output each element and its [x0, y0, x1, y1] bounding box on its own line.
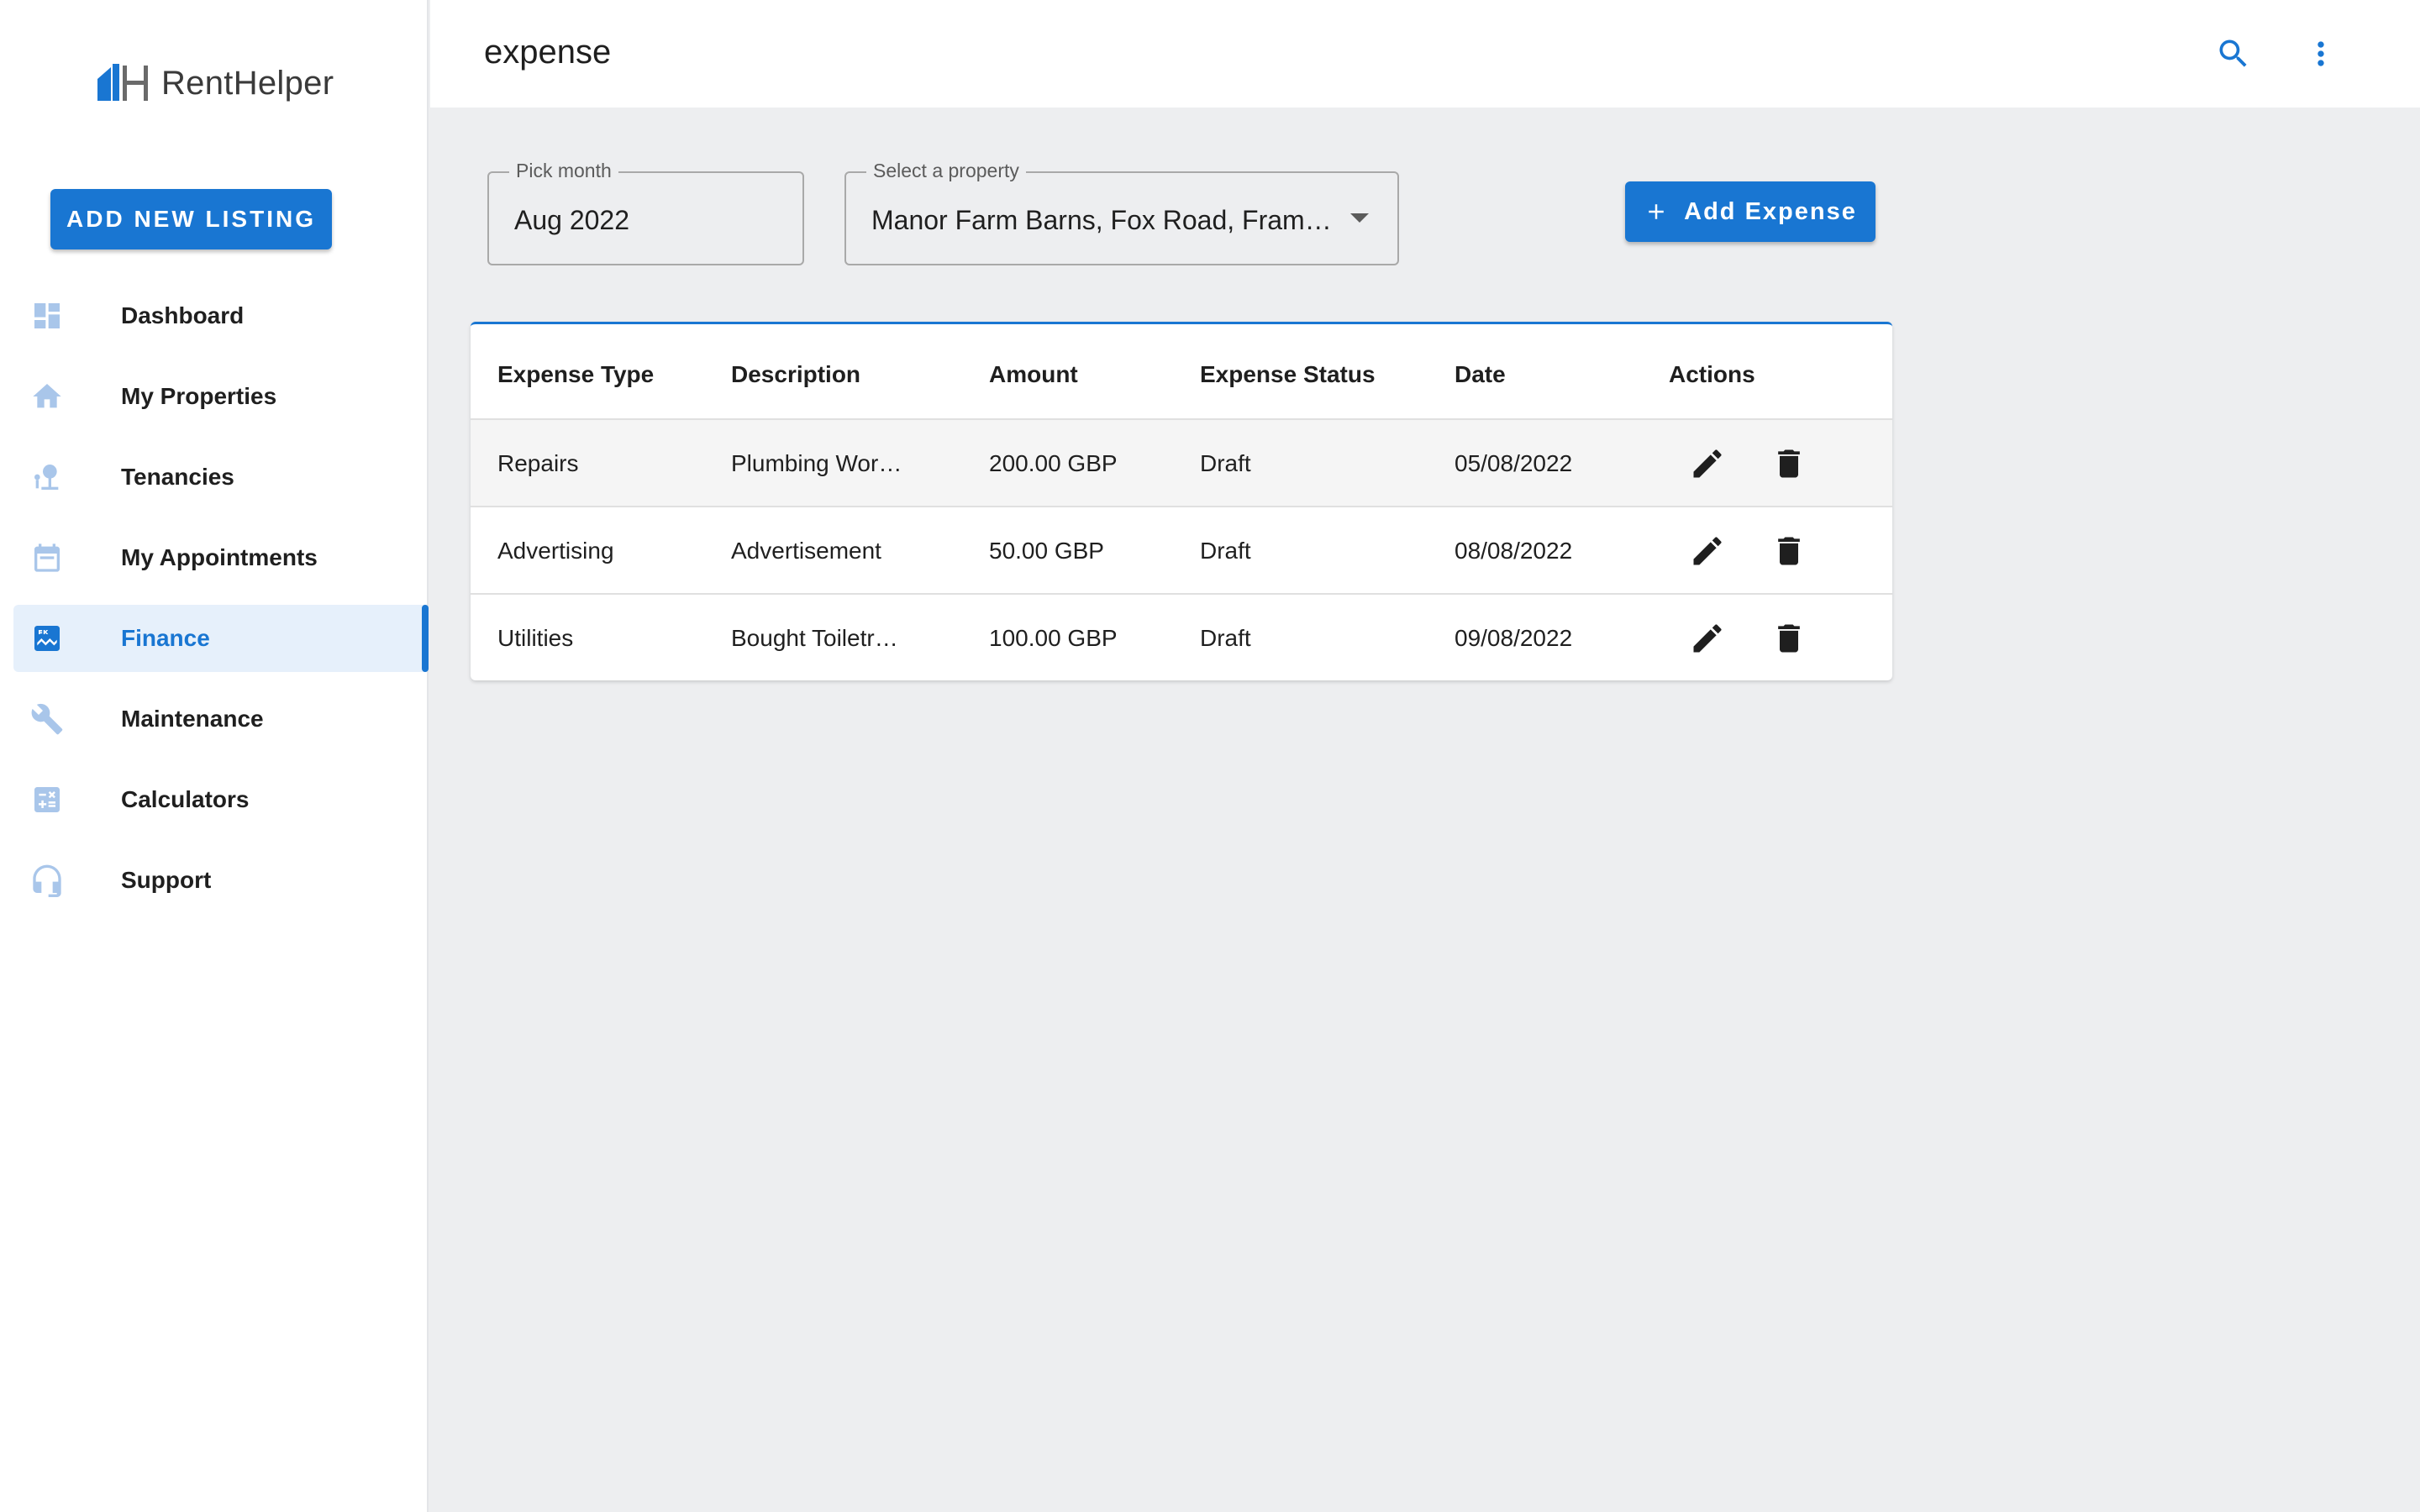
sidebar-item-label: Tenancies: [121, 464, 234, 490]
sidebar-item-my-appointments[interactable]: My Appointments: [13, 524, 429, 591]
sidebar-item-dashboard[interactable]: Dashboard: [13, 282, 429, 349]
chevron-down-icon[interactable]: [1350, 213, 1369, 223]
add-expense-label: Add Expense: [1684, 197, 1857, 225]
sidebar-item-finance[interactable]: Finance: [13, 605, 429, 672]
cell-status: Draft: [1200, 450, 1251, 476]
month-picker-field[interactable]: Pick month Aug 2022: [487, 160, 804, 265]
sidebar-item-label: My Appointments: [121, 544, 318, 570]
add-new-listing-button[interactable]: ADD NEW LISTING: [50, 189, 332, 249]
calendar-icon: [30, 541, 64, 575]
sidebar-item-label: Support: [121, 867, 212, 893]
headset-icon: [30, 864, 64, 897]
sidebar-item-tenancies[interactable]: Tenancies: [13, 444, 429, 511]
property-select-label: Select a property: [866, 160, 1026, 182]
sidebar-item-calculators[interactable]: Calculators: [13, 766, 429, 833]
cell-expense-type: Advertising: [497, 538, 614, 564]
month-picker-label: Pick month: [509, 160, 618, 182]
edit-icon[interactable]: [1689, 445, 1726, 482]
column-header-date[interactable]: Date: [1455, 361, 1506, 388]
column-header-expense-status[interactable]: Expense Status: [1200, 361, 1376, 388]
tenant-icon: [30, 460, 64, 494]
month-picker-value: Aug 2022: [514, 205, 630, 235]
finance-icon: [30, 622, 64, 655]
search-icon[interactable]: [2213, 34, 2254, 74]
page-title: expense: [484, 34, 612, 71]
sidebar-item-label: Maintenance: [121, 706, 264, 732]
brand-logo[interactable]: RentHelper: [94, 62, 334, 104]
table-row[interactable]: Utilities Bought Toiletr… 100.00 GBP Dra…: [471, 595, 1892, 680]
cell-status: Draft: [1200, 625, 1251, 651]
dashboard-icon: [30, 299, 64, 333]
sidebar-item-label: Finance: [121, 625, 210, 651]
brand-name: RentHelper: [161, 64, 334, 102]
edit-icon[interactable]: [1689, 533, 1726, 570]
delete-icon[interactable]: [1770, 533, 1807, 570]
table-header-row: Expense Type Description Amount Expense …: [471, 324, 1892, 420]
wrench-icon: [30, 702, 64, 736]
sidebar-item-label: Dashboard: [121, 302, 245, 328]
sidebar-item-label: Calculators: [121, 786, 250, 812]
cell-description: Plumbing Wor…: [731, 450, 902, 476]
delete-icon[interactable]: [1770, 620, 1807, 657]
home-icon: [30, 380, 64, 413]
calculator-icon: [30, 783, 64, 816]
cell-amount: 50.00 GBP: [989, 538, 1104, 564]
column-header-expense-type[interactable]: Expense Type: [497, 361, 654, 388]
cell-status: Draft: [1200, 538, 1251, 564]
cell-description: Advertisement: [731, 538, 881, 564]
cell-date: 09/08/2022: [1455, 625, 1573, 651]
table-row[interactable]: Repairs Plumbing Wor… 200.00 GBP Draft 0…: [471, 420, 1892, 507]
sidebar-item-label: My Properties: [121, 383, 277, 409]
expense-table: Expense Type Description Amount Expense …: [471, 322, 1892, 680]
plus-icon: [1649, 204, 1664, 219]
cell-date: 05/08/2022: [1455, 450, 1573, 476]
property-select-value: Manor Farm Barns, Fox Road, Fram…: [871, 205, 1332, 235]
sidebar-item-my-properties[interactable]: My Properties: [13, 363, 429, 430]
cell-date: 08/08/2022: [1455, 538, 1573, 564]
renthelper-logo-icon: [97, 64, 148, 101]
table-row[interactable]: Advertising Advertisement 50.00 GBP Draf…: [471, 507, 1892, 595]
cell-expense-type: Repairs: [497, 450, 579, 476]
cell-expense-type: Utilities: [497, 625, 574, 651]
cell-description: Bought Toiletr…: [731, 625, 898, 651]
add-expense-button[interactable]: Add Expense: [1625, 181, 1876, 242]
property-select[interactable]: Select a property Manor Farm Barns, Fox …: [844, 160, 1399, 265]
column-header-actions: Actions: [1669, 361, 1755, 387]
sidebar-item-maintenance[interactable]: Maintenance: [13, 685, 429, 753]
sidebar-nav: Dashboard My Properties Tenancies My App…: [13, 282, 429, 927]
more-vert-icon[interactable]: [2301, 34, 2341, 74]
edit-icon[interactable]: [1689, 620, 1726, 657]
sidebar: RentHelper ADD NEW LISTING Dashboard My …: [0, 0, 429, 1512]
sidebar-item-support[interactable]: Support: [13, 847, 429, 914]
delete-icon[interactable]: [1770, 445, 1807, 482]
cell-amount: 200.00 GBP: [989, 450, 1118, 476]
cell-amount: 100.00 GBP: [989, 625, 1118, 651]
top-app-bar: expense: [430, 0, 2420, 108]
column-header-description[interactable]: Description: [731, 361, 860, 388]
column-header-amount[interactable]: Amount: [989, 361, 1078, 388]
